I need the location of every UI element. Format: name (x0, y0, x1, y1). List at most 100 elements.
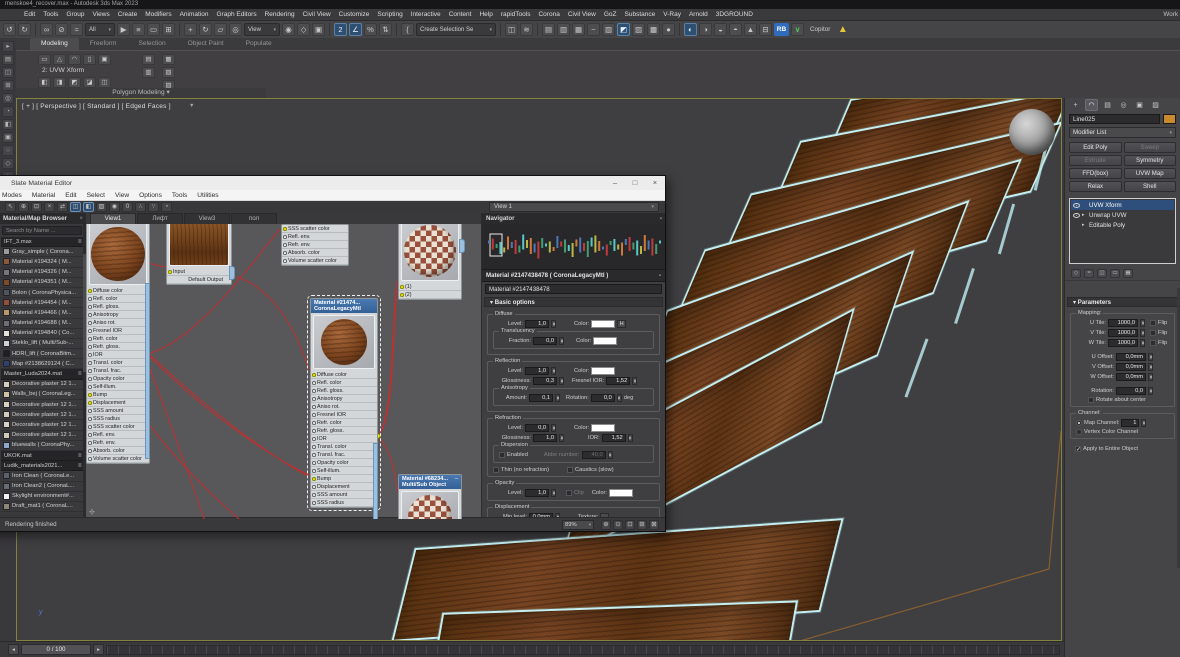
pin-stack-icon[interactable]: ◇ (1071, 269, 1081, 278)
selection-filter-dropdown[interactable]: All▾ (85, 23, 115, 36)
flip-checkbox[interactable] (1150, 330, 1156, 336)
menu-scripting[interactable]: Scripting (373, 9, 406, 21)
prev-frame-button[interactable]: ◂ (8, 644, 19, 655)
move-children-icon[interactable]: ⇄ (57, 202, 68, 212)
refraction-level-field[interactable]: 0,0 (525, 424, 549, 432)
input-socket[interactable] (312, 397, 316, 401)
node-slot-sss-amount[interactable]: SSS amount (87, 407, 149, 415)
reflection-glossiness-field[interactable]: 0,3 (533, 377, 557, 385)
layout-children-icon[interactable]: ∵ (148, 202, 159, 212)
input-socket[interactable] (88, 361, 92, 365)
input-socket[interactable] (312, 493, 316, 497)
browser-material-item[interactable]: Steklo_lift ( Multi/Sub-... (1, 339, 86, 349)
menu-corona[interactable]: Corona (534, 9, 563, 21)
ribbon-tab-freeform[interactable]: Freeform (79, 38, 128, 50)
render-setup-icon[interactable]: ▨ (632, 23, 645, 36)
show-end-result-icon[interactable]: ≈ (1084, 269, 1094, 278)
percent-snap-icon[interactable]: % (364, 23, 377, 36)
menu-help[interactable]: Help (475, 9, 496, 21)
ribbon-tool-icon[interactable]: ▥ (142, 67, 155, 78)
slate-menu-modes[interactable]: Modes (0, 192, 27, 199)
configure-modifier-sets-icon[interactable]: ▦ (1123, 269, 1133, 278)
node-slot-fresnel-ior[interactable]: Fresnel IOR (87, 327, 149, 335)
spinner[interactable] (632, 377, 637, 385)
node-slot-sss-radius[interactable]: SSS radius (311, 499, 377, 507)
input-socket[interactable] (312, 445, 316, 449)
modifier-button-extrude[interactable]: Extrude (1069, 155, 1122, 166)
node-slot-refl-env[interactable]: Refl. env. (282, 233, 348, 241)
slate-tab-view1[interactable]: View1 (90, 213, 136, 224)
select-and-scale-icon[interactable]: ▱ (214, 23, 227, 36)
hide-unused-slots-icon[interactable]: ◫ (70, 202, 81, 212)
node-output-slot[interactable]: Default Output (167, 276, 231, 284)
browser-material-item[interactable]: Draft_mat1 ( CoronaL... (1, 502, 86, 512)
browser-material-item[interactable]: Iron Clean2 ( CoronaL... (1, 482, 86, 492)
material-node-multisub-top[interactable]: (1)(2) (398, 224, 462, 300)
utilities-tab-icon[interactable]: ▨ (1149, 99, 1162, 111)
minimize-button[interactable]: – (605, 176, 625, 190)
menu-arnold[interactable]: Arnold (685, 9, 712, 21)
paint-icon[interactable]: ◧ (2, 119, 14, 130)
node-slot-sss-scatter-color[interactable]: SSS scatter color (87, 423, 149, 431)
node-slot-displacement[interactable]: Displacement (311, 483, 377, 491)
angle-snap-icon[interactable]: ∠ (349, 23, 362, 36)
spinner[interactable] (617, 394, 622, 402)
spinner[interactable] (1148, 353, 1153, 361)
node-slot-1[interactable]: (1) (399, 283, 461, 291)
spinner[interactable] (628, 434, 633, 442)
input-socket[interactable] (88, 369, 92, 373)
node-slot-refr-color[interactable]: Refr. color (87, 335, 149, 343)
node-slot-refl-color[interactable]: Refl. color (87, 295, 149, 303)
node-slot-fresnel-ior[interactable]: Fresnel IOR (311, 411, 377, 419)
zoom-reset-icon[interactable]: 0 (122, 202, 133, 212)
refraction-ior-field[interactable]: 1,52 (602, 434, 626, 442)
workspace-label[interactable]: Work (1163, 11, 1180, 18)
diffuse-map-button[interactable]: H (617, 320, 626, 328)
thin-refraction-checkbox[interactable] (493, 467, 499, 473)
input-socket[interactable] (88, 417, 92, 421)
browser-material-item[interactable]: Material #194326 ( M... (1, 268, 86, 278)
material-node-multisub-bottom[interactable]: Material #68234...– Multi/Sub Object (398, 474, 462, 519)
node-output-strip[interactable] (373, 443, 378, 519)
browser-group-header[interactable]: UKOK.mat≣ (1, 451, 86, 461)
node-input-slot[interactable]: Input (167, 268, 231, 276)
ribbon-tool-icon[interactable]: ▤ (142, 54, 155, 65)
opacity-level-field[interactable]: 1,0 (525, 489, 549, 497)
anisotropy-rotation-field[interactable]: 0,0 (591, 394, 615, 402)
map-channel-radio[interactable] (1076, 420, 1082, 426)
delete-node-icon[interactable]: × (44, 202, 55, 212)
node-slot-aniso-rot[interactable]: Aniso rot. (311, 403, 377, 411)
abbe-number-field[interactable]: 40,0 (582, 451, 606, 459)
next-frame-button[interactable]: ▸ (93, 644, 104, 655)
opacity-color-swatch[interactable] (609, 489, 633, 497)
search-input[interactable]: Search by Name ... (2, 226, 82, 235)
ribbon-tab-object-paint[interactable]: Object Paint (177, 38, 235, 50)
schematic-view-icon[interactable]: ▧ (602, 23, 615, 36)
refraction-glossiness-field[interactable]: 1,0 (533, 434, 557, 442)
select-small-icon[interactable]: ▸ (2, 41, 14, 52)
spinner[interactable] (551, 489, 556, 497)
modifier-button-edit-poly[interactable]: Edit Poly (1069, 142, 1122, 153)
use-center-flyout-icon[interactable]: ◉ (282, 23, 295, 36)
select-by-name-icon[interactable]: ≡ (132, 23, 145, 36)
hierarchy-tab-icon[interactable]: ▤ (1101, 99, 1114, 111)
input-socket[interactable] (400, 293, 404, 297)
flip-checkbox[interactable] (1150, 340, 1156, 346)
browser-material-item[interactable]: HDRI_lift ( CoronaBitm... (1, 349, 86, 359)
maximize-button[interactable]: □ (625, 176, 645, 190)
slate-menu-options[interactable]: Options (134, 192, 167, 199)
menu-civil-view[interactable]: Civil View (564, 9, 600, 21)
slate-menu-material[interactable]: Material (27, 192, 60, 199)
unlink-selection-icon[interactable]: ⊘ (55, 23, 68, 36)
modifier-button-symmetry[interactable]: Symmetry (1124, 155, 1177, 166)
spinner[interactable] (1148, 387, 1153, 395)
input-socket[interactable] (312, 477, 316, 481)
node-header[interactable]: Material #68234...– Multi/Sub Object (399, 475, 461, 489)
parameters-rollout[interactable]: ▾ Parameters (1067, 297, 1178, 307)
create-tab-icon[interactable]: + (1069, 99, 1082, 111)
input-socket[interactable] (312, 437, 316, 441)
node-collapse-icon[interactable]: – (455, 476, 458, 482)
align-icon[interactable]: ≋ (520, 23, 533, 36)
material-map-browser-header[interactable]: Material/Map Browser × (0, 213, 86, 224)
input-socket[interactable] (88, 289, 92, 293)
